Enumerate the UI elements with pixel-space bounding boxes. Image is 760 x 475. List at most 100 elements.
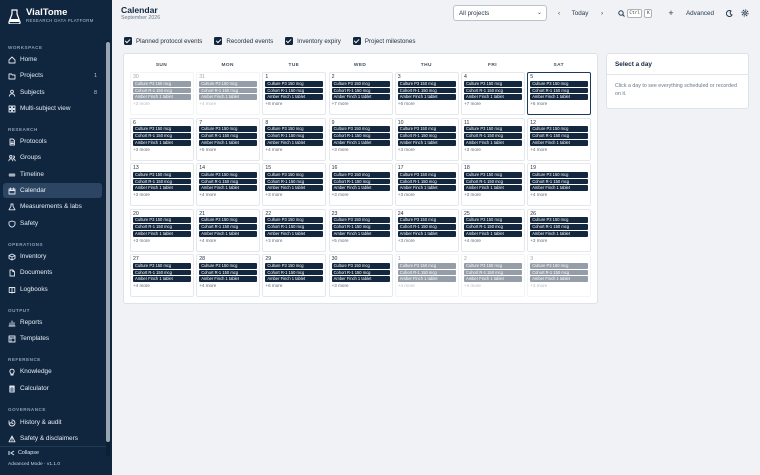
event-chip[interactable]: Culture P3 150 mcg <box>133 262 191 269</box>
event-chip[interactable]: Cohort R-1 150 mcg <box>199 269 258 276</box>
sidebar-item-documents[interactable]: Documents <box>3 265 102 280</box>
event-chip[interactable]: Culture P3 150 mcg <box>133 217 191 224</box>
event-chip[interactable]: Culture P3 150 mcg <box>397 126 456 133</box>
more-events-link[interactable]: +5 more <box>199 147 257 153</box>
more-events-link[interactable]: +4 more <box>464 238 522 244</box>
more-events-link[interactable]: +4 more <box>530 192 588 198</box>
event-chip[interactable]: Cohort R-1 150 mcg <box>331 269 390 276</box>
collapse-button[interactable]: Collapse <box>8 450 39 456</box>
calendar-day-cell[interactable]: 19 Culture P3 150 mcg Cohort R-1 150 mcg Am… <box>527 163 592 206</box>
sidebar-item-subjects[interactable]: Subjects 8 <box>3 85 102 100</box>
event-chip[interactable]: Amber Finch 1 tablet <box>464 185 522 192</box>
calendar-day-cell[interactable]: 25 Culture P3 150 mcg Cohort R-1 150 mcg Am… <box>461 208 525 252</box>
more-events-link[interactable]: +4 more <box>199 192 257 198</box>
event-chip[interactable]: Amber Finch 1 tablet <box>530 230 589 237</box>
more-events-link[interactable]: +8 more <box>265 101 323 107</box>
event-chip[interactable]: Amber Finch 1 tablet <box>265 276 324 283</box>
event-chip[interactable]: Cohort R-1 150 mcg <box>464 133 522 139</box>
event-chip[interactable]: Culture P3 150 mcg <box>199 262 258 269</box>
calendar-day-cell[interactable]: 29 Culture P3 150 mcg Cohort R-1 150 mcg Am… <box>262 254 327 297</box>
event-chip[interactable]: Cohort R-1 150 mcg <box>397 224 456 230</box>
event-chip[interactable]: Amber Finch 1 tablet <box>397 230 456 237</box>
more-events-link[interactable]: +4 more <box>199 283 257 289</box>
sidebar-item-calendar[interactable]: Calendar <box>3 183 102 198</box>
event-chip[interactable]: Cohort R-1 150 mcg <box>199 178 258 185</box>
filter-inventory-expiry[interactable]: Inventory expiry <box>285 37 341 45</box>
event-chip[interactable]: Cohort R-1 150 mcg <box>133 178 191 185</box>
sidebar-item-history-audit[interactable]: History & audit <box>3 415 102 430</box>
sidebar-item-safety-disclaimers[interactable]: Safety & disclaimers <box>3 431 102 446</box>
more-events-link[interactable]: +3 more <box>133 238 191 244</box>
calendar-day-cell[interactable]: 3 Culture P3 150 mcg Cohort R-1 150 mcg Amb… <box>394 72 459 115</box>
more-events-link[interactable]: +3 more <box>133 192 191 198</box>
event-chip[interactable]: Cohort R-1 150 mcg <box>199 224 258 230</box>
sidebar-item-safety[interactable]: Safety <box>3 216 102 231</box>
filter-planned-protocol-events[interactable]: Planned protocol events <box>124 37 202 45</box>
event-chip[interactable]: Culture P3 150 mcg <box>133 80 191 87</box>
sidebar-item-inventory[interactable]: Inventory <box>3 249 102 264</box>
event-chip[interactable]: Amber Finch 1 tablet <box>530 139 589 146</box>
event-chip[interactable]: Culture P3 150 mcg <box>331 262 390 269</box>
event-chip[interactable]: Culture P3 150 mcg <box>530 171 589 178</box>
event-chip[interactable]: Cohort R-1 150 mcg <box>397 133 456 139</box>
more-events-link[interactable]: +3 more <box>332 147 390 153</box>
calendar-day-cell[interactable]: 13 Culture P3 150 mcg Cohort R-1 150 mcg Am… <box>130 163 194 206</box>
event-chip[interactable]: Cohort R-1 150 mcg <box>530 133 589 139</box>
more-events-link[interactable]: +3 more <box>464 147 522 153</box>
more-events-link[interactable]: +3 more <box>133 147 191 153</box>
event-chip[interactable]: Amber Finch 1 tablet <box>199 230 258 237</box>
calendar-day-cell[interactable]: 24 Culture P3 150 mcg Cohort R-1 150 mcg Am… <box>394 208 459 252</box>
event-chip[interactable]: Culture P3 150 mcg <box>464 126 522 133</box>
sidebar-item-protocols[interactable]: Protocols <box>3 134 102 149</box>
event-chip[interactable]: Amber Finch 1 tablet <box>199 276 258 283</box>
filter-recorded-events[interactable]: Recorded events <box>214 37 273 45</box>
more-events-link[interactable]: +3 more <box>464 192 522 198</box>
more-events-link[interactable]: +3 more <box>332 283 390 289</box>
search-button[interactable]: Ctrl K <box>614 6 656 20</box>
event-chip[interactable]: Culture P3 150 mcg <box>199 126 258 133</box>
event-chip[interactable]: Cohort R-1 150 mcg <box>331 178 390 185</box>
app-logo[interactable]: VialTome RESEARCH DATA PLATFORM <box>8 8 94 24</box>
sidebar-item-timeline[interactable]: Timeline <box>3 167 102 182</box>
calendar-day-cell[interactable]: 2 Culture P3 150 mcg Cohort R-1 150 mcg Amb… <box>461 254 525 297</box>
add-button[interactable]: + <box>666 6 676 20</box>
event-chip[interactable]: Amber Finch 1 tablet <box>397 276 456 283</box>
event-chip[interactable]: Culture P3 150 mcg <box>464 217 522 224</box>
event-chip[interactable]: Amber Finch 1 tablet <box>265 185 324 192</box>
calendar-day-cell[interactable]: 1 Culture P3 150 mcg Cohort R-1 150 mcg Amb… <box>394 254 459 297</box>
event-chip[interactable]: Cohort R-1 150 mcg <box>397 269 456 276</box>
event-chip[interactable]: Culture P3 150 mcg <box>464 171 522 178</box>
sidebar-item-groups[interactable]: Groups <box>3 150 102 165</box>
checkbox[interactable] <box>214 37 223 45</box>
more-events-link[interactable]: +4 more <box>530 147 588 153</box>
event-chip[interactable]: Cohort R-1 150 mcg <box>397 87 456 94</box>
event-chip[interactable]: Culture P3 150 mcg <box>397 171 456 178</box>
event-chip[interactable]: Amber Finch 1 tablet <box>464 94 522 101</box>
calendar-day-cell[interactable]: 30 Culture P3 150 mcg Cohort R-1 150 mcg Am… <box>328 254 393 297</box>
event-chip[interactable]: Cohort R-1 150 mcg <box>464 269 522 276</box>
event-chip[interactable]: Amber Finch 1 tablet <box>265 230 324 237</box>
event-chip[interactable]: Amber Finch 1 tablet <box>199 185 258 192</box>
event-chip[interactable]: Amber Finch 1 tablet <box>133 185 191 192</box>
calendar-day-cell[interactable]: 14 Culture P3 150 mcg Cohort R-1 150 mcg Am… <box>196 163 261 206</box>
event-chip[interactable]: Culture P3 150 mcg <box>265 262 324 269</box>
sidebar-item-home[interactable]: Home <box>3 52 102 67</box>
settings-button[interactable] <box>740 6 750 20</box>
more-events-link[interactable]: +3 more <box>398 147 456 153</box>
more-events-link[interactable]: +4 more <box>265 147 323 153</box>
calendar-day-cell[interactable]: 30 Culture P3 150 mcg Cohort R-1 150 mcg Am… <box>130 72 194 115</box>
sidebar-item-measurements-labs[interactable]: Measurements & labs <box>3 199 102 214</box>
event-chip[interactable]: Amber Finch 1 tablet <box>464 276 522 283</box>
event-chip[interactable]: Cohort R-1 150 mcg <box>530 178 589 185</box>
more-events-link[interactable]: +3 more <box>530 283 588 289</box>
event-chip[interactable]: Amber Finch 1 tablet <box>464 230 522 237</box>
sidebar-item-projects[interactable]: Projects 1 <box>3 68 102 83</box>
event-chip[interactable]: Cohort R-1 150 mcg <box>265 87 324 94</box>
event-chip[interactable]: Culture P3 150 mcg <box>464 262 522 269</box>
calendar-day-cell[interactable]: 17 Culture P3 150 mcg Cohort R-1 150 mcg Am… <box>394 163 459 206</box>
checkbox[interactable] <box>285 37 294 45</box>
sidebar-item-templates[interactable]: Templates <box>3 331 102 346</box>
calendar-day-cell[interactable]: 26 Culture P3 150 mcg Cohort R-1 150 mcg Am… <box>527 208 592 252</box>
calendar-day-cell[interactable]: 28 Culture P3 150 mcg Cohort R-1 150 mcg Am… <box>196 254 261 297</box>
more-events-link[interactable]: +7 more <box>332 101 390 107</box>
